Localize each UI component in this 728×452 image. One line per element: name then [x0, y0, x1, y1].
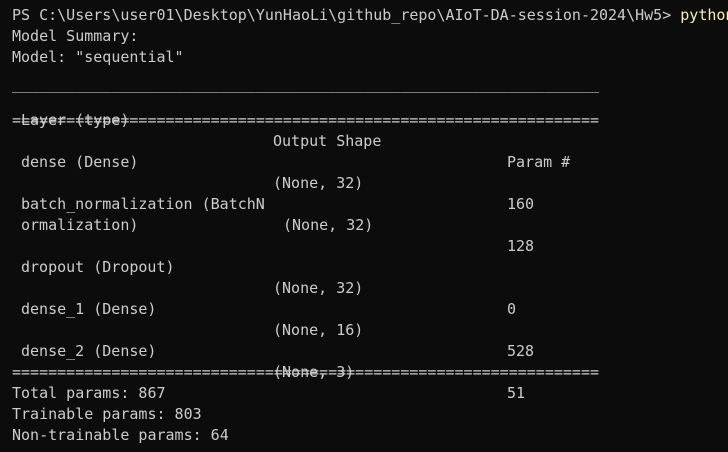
command-text: python [680, 6, 728, 24]
layer-name: dense (Dense) [21, 153, 139, 171]
total-params: Total params: 867 [12, 384, 166, 402]
table-row: batch_normalization (BatchN (None, 32) 1… [12, 173, 612, 255]
table-header: Layer (type) Output Shape Param # [12, 89, 612, 171]
table-row: dense_1 (Dense) (None, 16) 528 [12, 278, 612, 360]
equals-rule-bottom: ========================================… [12, 363, 599, 381]
table-row-continuation: ormalization) [12, 194, 612, 234]
table-row: dense_2 (Dense) (None, 3) 51 [12, 320, 612, 402]
non-trainable-params: Non-trainable params: 64 [12, 426, 229, 444]
equals-rule-top: ========================================… [12, 111, 599, 129]
param-count: 0 [507, 300, 517, 318]
layer-name-continuation: ormalization) [21, 216, 139, 234]
table-row: dense (Dense) (None, 32) 160 [12, 131, 612, 213]
prompt-path: PS C:\Users\user01\Desktop\YunHaoLi\gith… [12, 6, 672, 24]
model-name: Model: "sequential" [12, 48, 184, 66]
trainable-params: Trainable params: 803 [12, 405, 202, 423]
param-count: 51 [507, 384, 526, 402]
layer-name: dropout (Dropout) [21, 258, 175, 276]
header-param: Param # [507, 153, 571, 171]
prompt-line: PS C:\Users\user01\Desktop\YunHaoLi\gith… [12, 5, 728, 26]
terminal-window[interactable]: PS C:\Users\user01\Desktop\YunHaoLi\gith… [0, 0, 728, 452]
table-row: dropout (Dropout) (None, 32) 0 [12, 236, 612, 318]
layer-name: dense_1 (Dense) [21, 300, 157, 318]
summary-title: Model Summary: [12, 27, 139, 45]
output-shape: (None, 32) [283, 216, 374, 234]
layer-name: dense_2 (Dense) [21, 342, 157, 360]
param-count: 528 [507, 342, 535, 360]
